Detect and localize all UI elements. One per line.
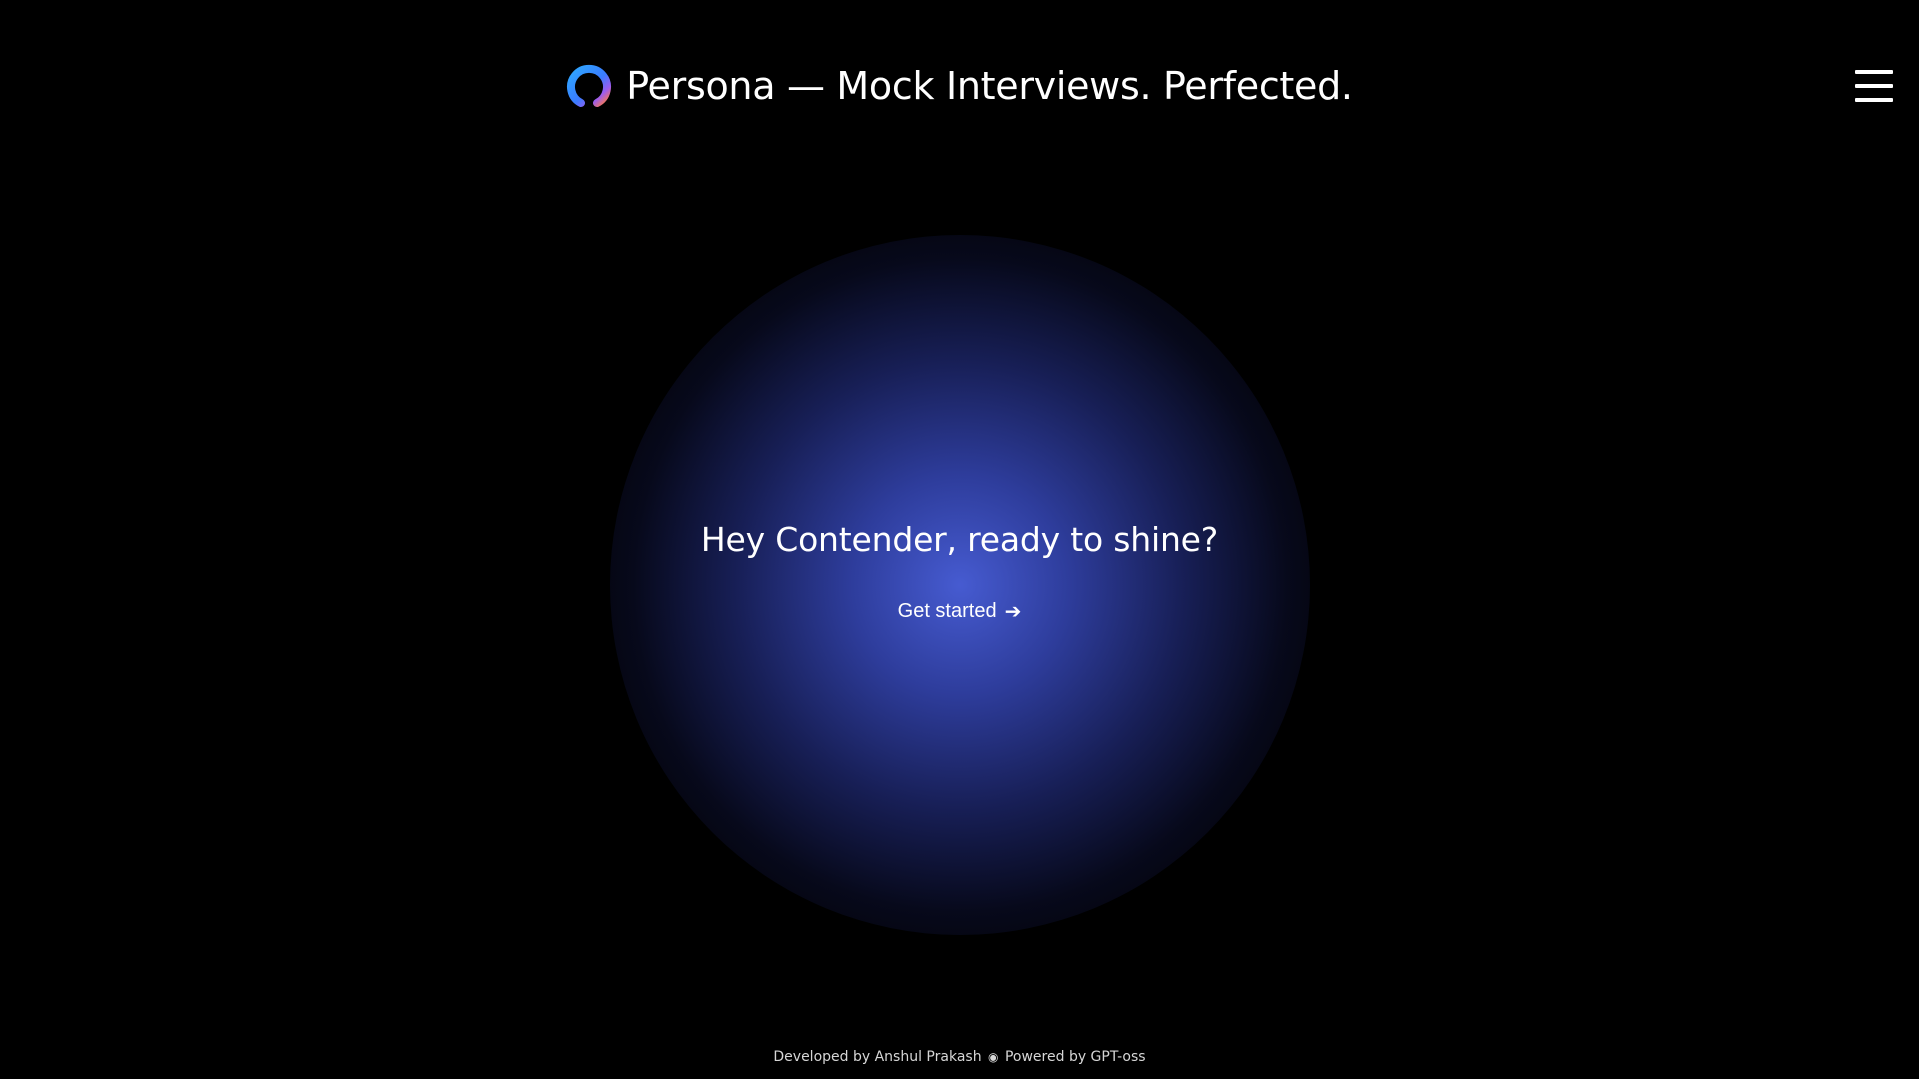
brand[interactable]: Persona — Mock Interviews. Perfected.: [566, 63, 1353, 109]
hero-section: Hey Contender, ready to shine? Get start…: [0, 520, 1919, 627]
footer: Developed by Anshul Prakash ◉ Powered by…: [0, 1049, 1919, 1065]
powered-by-credit: Powered by GPT-oss: [1004, 1049, 1146, 1065]
landing-page: Persona — Mock Interviews. Perfected. He…: [0, 0, 1919, 1079]
developer-credit: Developed by Anshul Prakash: [773, 1049, 982, 1065]
get-started-button[interactable]: Get started ➔: [892, 595, 1028, 627]
hamburger-menu-icon[interactable]: [1855, 70, 1895, 102]
app-header: Persona — Mock Interviews. Perfected.: [0, 58, 1919, 114]
arrow-right-icon: ➔: [1004, 599, 1022, 623]
separator-icon: ◉: [988, 1050, 999, 1064]
app-title: Persona — Mock Interviews. Perfected.: [626, 64, 1353, 108]
hero-greeting: Hey Contender, ready to shine?: [700, 520, 1219, 559]
menu-bar: [1855, 70, 1893, 74]
menu-bar: [1855, 84, 1893, 88]
get-started-label: Get started: [897, 599, 997, 622]
menu-bar: [1855, 98, 1893, 102]
ring-logo-icon: [567, 64, 612, 107]
